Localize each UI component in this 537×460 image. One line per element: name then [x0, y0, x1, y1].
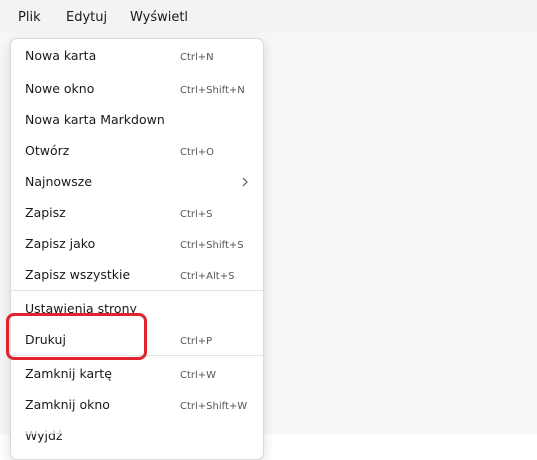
menu-item-shortcut: Ctrl+N: [180, 52, 214, 63]
menu-item-new-tab[interactable]: Nowa karta Ctrl+N: [11, 41, 263, 71]
menu-item-label: Nowe okno: [25, 81, 95, 96]
menu-item-label: Drukuj: [25, 332, 66, 347]
menu-item-save-all[interactable]: Zapisz wszystkie Ctrl+Alt+S: [11, 260, 263, 290]
menu-item-save-as[interactable]: Zapisz jako Ctrl+Shift+S: [11, 229, 263, 259]
menu-item-label: Zapisz wszystkie: [25, 267, 131, 282]
menu-item-label: Wyjdź: [25, 428, 63, 443]
menu-item-shortcut: Ctrl+Shift+W: [180, 401, 248, 412]
menu-item-label: Zapisz: [25, 205, 66, 220]
menu-separator: [11, 290, 263, 291]
menu-item-label: Zapisz jako: [25, 236, 96, 251]
menu-item-print[interactable]: Drukuj Ctrl+P: [11, 325, 263, 355]
file-menu-dropdown: Nowa karta Ctrl+N Nowe okno Ctrl+Shift+N…: [10, 38, 264, 460]
menu-file[interactable]: Plik: [18, 7, 41, 29]
menu-item-shortcut: Ctrl+Alt+S: [180, 271, 235, 282]
menu-item-shortcut: Ctrl+Shift+S: [180, 240, 244, 251]
menu-separator: [11, 355, 263, 356]
menu-item-shortcut: Ctrl+Shift+N: [180, 85, 245, 96]
menu-item-label: Otwórz: [25, 143, 70, 158]
menu-item-label: Zamknij kartę: [25, 366, 112, 381]
menu-bar: Plik Edytuj Wyświetl: [0, 0, 537, 33]
menu-edit[interactable]: Edytuj: [66, 7, 107, 29]
menu-item-label: Zamknij okno: [25, 397, 110, 412]
menu-item-shortcut: Ctrl+S: [180, 209, 213, 220]
menu-item-shortcut: Ctrl+O: [180, 147, 215, 158]
menu-item-shortcut: Ctrl+W: [180, 370, 217, 381]
menu-item-label: Najnowsze: [25, 174, 93, 189]
chevron-right-icon: [242, 177, 248, 187]
menu-item-page-setup[interactable]: Ustawienia strony: [11, 294, 263, 324]
menu-item-close-window[interactable]: Zamknij okno Ctrl+Shift+W: [11, 390, 263, 420]
menu-view[interactable]: Wyświetl: [130, 7, 188, 29]
menu-item-new-window[interactable]: Nowe okno Ctrl+Shift+N: [11, 74, 263, 104]
menu-item-label: Nowa karta: [25, 48, 97, 63]
menu-item-open[interactable]: Otwórz Ctrl+O: [11, 136, 263, 166]
menu-item-shortcut: Ctrl+P: [180, 336, 213, 347]
menu-item-exit[interactable]: Wyjdź: [11, 421, 263, 451]
menu-item-close-tab[interactable]: Zamknij kartę Ctrl+W: [11, 359, 263, 389]
menu-item-label: Ustawienia strony: [25, 301, 137, 316]
menu-item-save[interactable]: Zapisz Ctrl+S: [11, 198, 263, 228]
menu-item-recent[interactable]: Najnowsze: [11, 167, 263, 197]
menu-item-new-markdown-tab[interactable]: Nowa karta Markdown: [11, 105, 263, 135]
menu-item-label: Nowa karta Markdown: [25, 112, 165, 127]
